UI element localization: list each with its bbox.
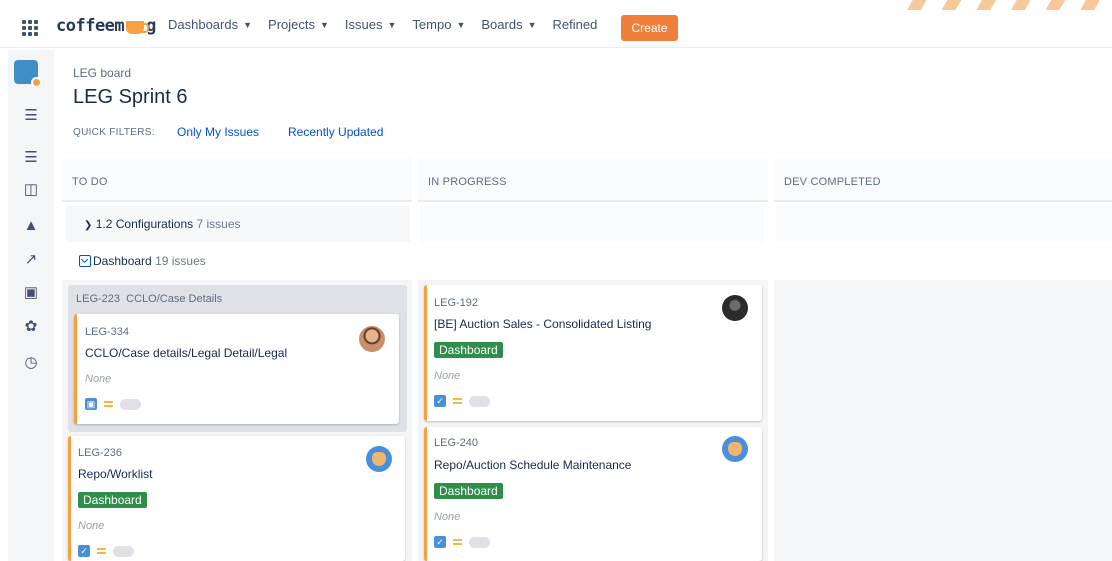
fix-version: None — [434, 511, 461, 523]
column-header-todo: TO DO — [62, 158, 412, 202]
fix-version: None — [85, 373, 112, 385]
issue-summary: CCLO/Case details/Legal Detail/Legal — [85, 346, 288, 360]
coffee-cup-icon — [126, 20, 150, 34]
assignee-avatar[interactable] — [359, 326, 385, 352]
chevron-down-icon: ▼ — [320, 19, 329, 30]
column-header-dev-completed: DEV COMPLETED — [774, 158, 1112, 202]
estimate-badge — [469, 396, 490, 407]
fix-version: None — [78, 520, 105, 532]
issue-key[interactable]: LEG-192 — [434, 297, 478, 309]
task-checkbox-icon: ✓ — [434, 536, 446, 548]
page-title: LEG Sprint 6 — [73, 86, 188, 108]
project-avatar-icon[interactable] — [14, 60, 42, 88]
decorative-stripes — [892, 0, 1112, 10]
logo-text: coffeem — [56, 16, 125, 36]
subtask-type-icon: ▣ — [85, 398, 97, 410]
issue-key[interactable]: LEG-240 — [434, 437, 478, 449]
menu-refined[interactable]: Refined — [553, 17, 598, 32]
assignee-avatar[interactable] — [722, 436, 748, 462]
filter-only-my-issues[interactable]: Only My Issues — [177, 125, 259, 139]
menu-tempo[interactable]: Tempo ▼ — [412, 17, 465, 32]
menu-label: Refined — [552, 17, 598, 32]
priority-medium-icon — [104, 401, 113, 407]
parent-issue-key[interactable]: LEG-223 — [76, 293, 120, 305]
swimlane-dashboard[interactable]: Dashboard 19 issues — [79, 254, 1112, 268]
filter-recently-updated[interactable]: Recently Updated — [288, 125, 383, 139]
estimate-badge — [120, 399, 141, 410]
breadcrumb[interactable]: LEG board — [73, 66, 131, 80]
logo[interactable]: coffeem g — [56, 14, 156, 38]
quick-filters-label: QUICK FILTERS: — [73, 127, 155, 138]
chevron-down-icon: ▼ — [243, 19, 253, 30]
issue-summary: Repo/Worklist — [78, 467, 153, 481]
shipping-icon[interactable]: ▲ — [22, 216, 40, 234]
assignee-avatar[interactable] — [366, 446, 392, 472]
column-dev-completed — [774, 280, 1112, 561]
issues-icon[interactable]: ▣ — [22, 283, 40, 301]
column-header-in-progress: IN PROGRESS — [418, 158, 768, 202]
backlog-icon[interactable]: ☰ — [22, 106, 40, 124]
chevron-down-icon: ▼ — [527, 19, 537, 30]
history-icon[interactable]: ◷ — [22, 353, 40, 371]
task-checkbox-icon: ✓ — [78, 545, 90, 557]
sidebar — [8, 50, 54, 561]
menu-dashboards[interactable]: Dashboards ▼ — [168, 17, 252, 32]
parent-issue-summary: CCLO/Case Details — [126, 293, 223, 305]
assignee-avatar[interactable] — [722, 295, 748, 321]
components-icon[interactable]: ✿ — [22, 317, 40, 335]
notification-badge — [31, 77, 42, 88]
chevron-down-icon: ▼ — [387, 19, 397, 30]
epic-label: Dashboard — [78, 492, 147, 508]
menu-label: Boards — [481, 17, 523, 32]
swimlane-name: 1.2 Configurations — [95, 217, 194, 231]
swimlane-count: 19 issues — [155, 254, 206, 268]
swimlane-name: Dashboard — [93, 254, 152, 268]
fix-version: None — [434, 370, 461, 382]
issue-summary: [BE] Auction Sales - Consolidated Listin… — [434, 317, 652, 331]
issue-key[interactable]: LEG-236 — [78, 447, 122, 459]
app-switcher-icon[interactable] — [22, 20, 38, 36]
swimlane-configurations[interactable]: ❯ 1.2 Configurations 7 issues — [84, 217, 1112, 231]
menu-projects[interactable]: Projects ▼ — [268, 17, 329, 32]
releases-icon[interactable]: ☰ — [22, 148, 40, 166]
menu-label: Issues — [344, 17, 383, 32]
chevron-down-icon: ▼ — [456, 19, 466, 30]
priority-medium-icon — [453, 539, 462, 545]
priority-medium-icon — [97, 548, 106, 554]
reports-icon[interactable]: ↗ — [22, 250, 40, 268]
epic-label: Dashboard — [434, 342, 503, 358]
swimlane-count: 7 issues — [196, 217, 241, 231]
board-icon[interactable]: ◫ — [22, 180, 40, 198]
expand-toggle-icon[interactable] — [79, 255, 91, 267]
issue-summary: Repo/Auction Schedule Maintenance — [434, 458, 632, 472]
menu-issues[interactable]: Issues ▼ — [345, 17, 397, 32]
estimate-badge — [469, 537, 490, 548]
estimate-badge — [113, 546, 134, 557]
main-menu: Dashboards ▼ Projects ▼ Issues ▼ Tempo ▼ Boa… — [168, 17, 597, 32]
chevron-right-icon: ❯ — [84, 220, 93, 231]
epic-label: Dashboard — [434, 483, 503, 499]
priority-medium-icon — [453, 398, 462, 404]
create-button[interactable]: Create — [621, 15, 678, 41]
menu-boards[interactable]: Boards ▼ — [481, 17, 536, 32]
menu-label: Projects — [268, 17, 315, 32]
task-checkbox-icon: ✓ — [434, 395, 446, 407]
issue-key[interactable]: LEG-334 — [85, 326, 129, 338]
menu-label: Tempo — [412, 17, 452, 32]
parent-issue-header: LEG-223 CCLO/Case Details — [76, 293, 222, 305]
menu-label: Dashboards — [168, 17, 239, 32]
